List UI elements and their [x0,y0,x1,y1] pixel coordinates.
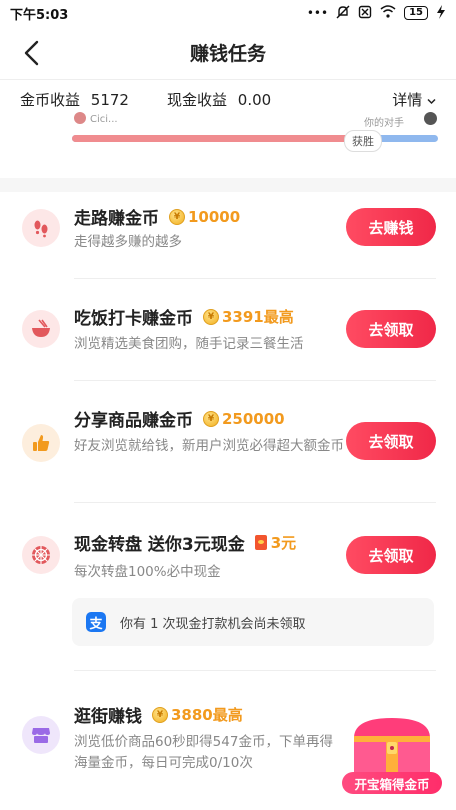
task-desc: 好友浏览就给钱，新用户浏览必得超大额金币 [74,438,344,454]
task-desc: 浏览精选美食团购，随手记录三餐生活 [74,336,304,352]
pk-left-name: Cici... [90,114,118,125]
task-title-text: 走路赚金币 [74,209,159,229]
wheel-icon [22,536,60,574]
claim-button[interactable]: 去领取 [346,536,436,574]
claim-button[interactable]: 去领取 [346,422,436,460]
treasure-chest-button[interactable]: 开宝箱得金币 [340,712,444,798]
task-share: 分享商品赚金币 ¥ 250000 好友浏览就给钱，新用户浏览必得超大额金币 去领… [0,394,456,506]
task-desc: 每次转盘100%必中现金 [74,564,221,580]
divider [74,278,436,279]
section-gap [0,178,456,192]
claim-button[interactable]: 去领取 [346,310,436,348]
divider [74,670,436,671]
gold-earnings: 金币收益 5172 [20,89,129,110]
task-reward-value: 3391最高 [222,308,294,326]
coin-icon: ¥ [152,706,168,723]
pk-progress-bar [72,135,438,142]
task-title-text: 分享商品赚金币 [74,411,193,431]
task-title: 走路赚金币 ¥ 10000 [74,204,240,230]
status-time: 下午5:03 [10,7,69,23]
task-title: 逛街赚钱 ¥ 3880最高 [74,702,243,727]
nav-bar: 赚钱任务 [0,26,456,80]
no-sim-icon [358,5,372,22]
back-arrow-icon[interactable] [20,40,44,66]
task-title: 吃饭打卡赚金币 ¥ 3391最高 [74,304,294,329]
left-avatar-icon [74,112,86,124]
divider [74,380,436,381]
cash-earnings-value: 0.00 [237,90,272,109]
earnings-bar: 金币收益 5172 现金收益 0.00 详情 [0,80,456,118]
divider [74,502,436,503]
status-icons: ••• 15 [306,4,446,22]
task-desc: 浏览低价商品60秒即得547金币，下单再得海量金币，每日可完成0/10次 [74,734,333,771]
cash-earnings: 现金收益 0.00 [167,89,271,110]
alipay-notice-text: 你有 1 次现金打款机会尚未领取 [120,616,306,632]
treasure-chest-icon [354,718,430,776]
task-desc: 走得越多赚的越多 [74,234,182,250]
task-reward-value: 3880最高 [171,706,243,724]
treasure-chest-label: 开宝箱得金币 [342,772,442,794]
alipay-icon: 支 [86,612,106,632]
gold-earnings-label: 金币收益 [20,90,81,109]
task-meal-checkin: 吃饭打卡赚金币 ¥ 3391最高 浏览精选美食团购，随手记录三餐生活 去领取 [0,290,456,382]
pk-progress-fill [72,135,347,142]
status-bar: 下午5:03 ••• 15 [0,0,456,26]
right-avatar-icon [424,112,437,125]
task-reward-value: 10000 [188,207,241,226]
task-reward-value: 3元 [270,534,297,552]
task-title-text: 吃饭打卡赚金币 [74,309,193,329]
task-walk: 走路赚金币 ¥ 10000 走得越多赚的越多 去赚钱 [0,192,456,280]
shop-icon [22,716,60,754]
task-title-text: 现金转盘 送你3元现金 [74,535,245,555]
bowl-icon [22,310,60,348]
details-label: 详情 [392,90,423,109]
coin-icon: ¥ [169,208,185,225]
task-reward: ¥ 10000 [169,208,240,226]
task-reward: ¥ 3880最高 [152,704,243,725]
task-title-text: 逛街赚钱 [74,707,142,727]
pk-right-name: 你的对手 [364,118,404,129]
details-link[interactable]: 详情 [392,89,436,110]
task-reward: ¥ 250000 [203,410,285,428]
charging-icon [436,4,446,22]
footprint-icon [22,209,60,247]
win-badge: 获胜 [344,130,382,152]
task-reward: 3元 [254,532,297,553]
cash-earnings-label: 现金收益 [166,90,227,109]
thumbs-up-icon [22,424,60,462]
alipay-notice[interactable]: 支 你有 1 次现金打款机会尚未领取 [72,598,434,646]
coin-icon: ¥ [203,410,219,427]
red-packet-icon [254,535,267,550]
go-earn-button[interactable]: 去赚钱 [346,208,436,246]
coin-icon: ¥ [203,308,219,325]
gold-earnings-value: 5172 [90,90,129,109]
task-title: 分享商品赚金币 ¥ 250000 [74,406,285,432]
chevron-down-icon [427,98,436,104]
task-reward: ¥ 3391最高 [203,306,294,327]
task-title: 现金转盘 送你3元现金 3元 [74,530,296,555]
wifi-icon [380,5,396,21]
pk-progress-area: Cici... 你的对手 获胜 [0,112,456,178]
battery-icon: 15 [404,6,428,20]
more-dots-icon: ••• [306,6,329,20]
task-reward-value: 250000 [222,409,285,428]
page-title: 赚钱任务 [189,43,266,65]
mute-icon [336,5,350,22]
